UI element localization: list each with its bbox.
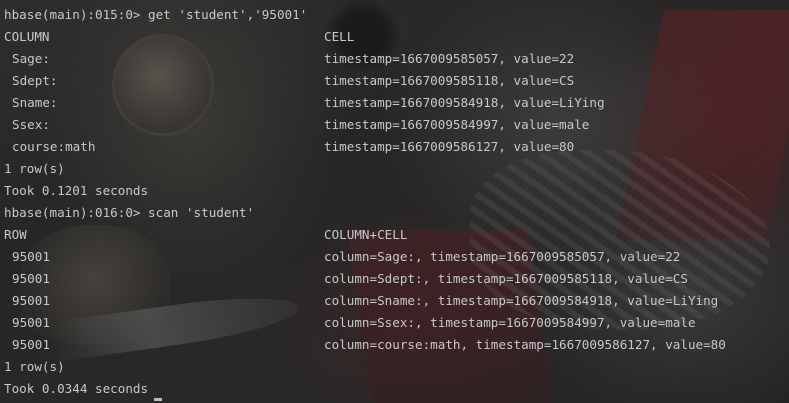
row-key: Sdept: <box>12 73 58 88</box>
terminal-output[interactable]: hbase(main):015:0> get 'student','95001'… <box>0 0 789 403</box>
table-row: 95001 column=Sname:, timestamp=1667009584… <box>4 290 789 312</box>
row-key: Ssex: <box>12 117 50 132</box>
row-key: Sname: <box>12 95 58 110</box>
row-value: column=Sage:, timestamp=1667009585057, v… <box>324 249 681 264</box>
table-row: Sage: timestamp=1667009585057, value=22 <box>4 48 789 70</box>
table-row: 95001 column=Sdept:, timestamp=1667009585… <box>4 268 789 290</box>
row-value: timestamp=1667009584918, value=LiYing <box>324 95 605 110</box>
row-value: column=Sname:, timestamp=1667009584918, … <box>324 293 719 308</box>
row-value: timestamp=1667009584997, value=male <box>324 117 590 132</box>
header-left-label: COLUMN <box>4 29 50 44</box>
row-key: 95001 <box>12 293 50 308</box>
table-header: ROW COLUMN+CELL <box>4 224 789 246</box>
row-value: column=course:math, timestamp=1667009586… <box>324 337 726 352</box>
row-key: 95001 <box>12 249 50 264</box>
output-line: 1 row(s) <box>4 359 65 374</box>
table-header: COLUMN CELL <box>4 26 789 48</box>
row-value: timestamp=1667009585118, value=CS <box>324 73 575 88</box>
header-right-label: CELL <box>324 29 355 44</box>
row-value: timestamp=1667009585057, value=22 <box>324 51 575 66</box>
row-key: 95001 <box>12 271 50 286</box>
output-line: Took 0.1201 seconds <box>4 183 149 198</box>
table-row: Sdept: timestamp=1667009585118, value=CS <box>4 70 789 92</box>
prompt-line: hbase(main):015:0> get 'student','95001' <box>4 7 308 22</box>
row-key: 95001 <box>12 315 50 330</box>
table-row: 95001 column=course:math, timestamp=16670… <box>4 334 789 356</box>
table-row: course:math timestamp=1667009586127, valu… <box>4 136 789 158</box>
terminal-cursor <box>154 398 162 401</box>
row-value: timestamp=1667009586127, value=80 <box>324 139 575 154</box>
row-key: course:math <box>12 139 96 154</box>
row-key: 95001 <box>12 337 50 352</box>
row-value: column=Ssex:, timestamp=1667009584997, v… <box>324 315 696 330</box>
header-right-label: COLUMN+CELL <box>324 227 408 242</box>
prompt-line: hbase(main):016:0> scan 'student' <box>4 205 255 220</box>
output-line: Took 0.0344 seconds <box>4 381 149 396</box>
table-row: 95001 column=Ssex:, timestamp=16670095849… <box>4 312 789 334</box>
row-key: Sage: <box>12 51 50 66</box>
header-left-label: ROW <box>4 227 27 242</box>
row-value: column=Sdept:, timestamp=1667009585118, … <box>324 271 688 286</box>
output-line: 1 row(s) <box>4 161 65 176</box>
table-row: Ssex: timestamp=1667009584997, value=male <box>4 114 789 136</box>
table-row: 95001 column=Sage:, timestamp=16670095850… <box>4 246 789 268</box>
table-row: Sname: timestamp=1667009584918, value=LiY… <box>4 92 789 114</box>
